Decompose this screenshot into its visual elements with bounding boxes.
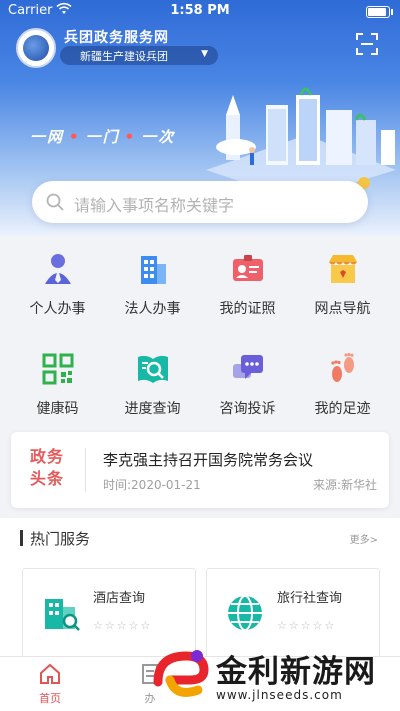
slogan-part-1: 一网 [30,128,65,146]
more-link[interactable]: 更多> [350,531,378,546]
service-legal-person[interactable]: 法人办事 [105,252,200,318]
service-label: 健康码 [36,401,79,417]
news-title[interactable]: 李克强主持召开国务院常务会议 [103,449,313,470]
watermark-text: 金利新游网 [216,654,376,690]
footprint-icon [330,352,354,382]
tab-home[interactable]: 首页 [20,663,80,706]
slogan-part-2: 一门 [85,128,120,146]
watermark-url: www.jlnseeds.com [216,688,343,702]
status-time: 1:58 PM [170,3,230,18]
id-card-icon [232,255,263,281]
service-personal[interactable]: 个人办事 [10,252,105,318]
search-box[interactable]: 请输入事项名称关键字 [32,181,368,223]
section-title: 热门服务 [30,530,91,548]
service-label: 个人办事 [29,301,86,317]
rating-stars: ☆☆☆☆☆ [277,619,337,632]
service-label: 我的证照 [219,301,276,317]
headline-news-card[interactable]: 政务 头条 李克强主持召开国务院常务会议 时间:2020-01-21 来源:新华… [11,432,389,508]
search-icon [46,193,64,211]
service-label: 进度查询 [124,401,181,417]
divider [85,448,86,492]
service-label: 网点导航 [314,301,371,317]
news-tag-line2: 头条 [29,469,64,488]
region-label: 新疆生产建设兵团 [80,50,168,63]
scan-icon[interactable] [356,33,378,55]
service-progress-query[interactable]: 进度查询 [105,352,200,418]
progress-search-icon [137,355,168,383]
section-marker [20,530,23,546]
hotel-search-icon [45,599,80,631]
news-date: 时间:2020-01-21 [103,478,201,492]
region-selector[interactable]: 新疆生产建设兵团 ▼ [60,46,218,65]
news-source: 来源:新华社 [312,478,377,492]
service-label: 法人办事 [124,301,181,317]
service-my-footprint[interactable]: 我的足迹 [295,352,390,418]
battery-icon [366,6,393,18]
service-health-code[interactable]: 健康码 [10,352,105,418]
status-bar: Carrier 1:58 PM [0,0,400,22]
home-icon [40,663,60,684]
hot-service-name: 酒店查询 [93,591,146,606]
news-tag: 政务 头条 [25,446,69,490]
news-tag-line1: 政务 [29,447,64,466]
watermark: 金利新游网 www.jlnseeds.com [148,640,400,710]
chevron-down-icon: ▼ [201,49,208,59]
slogan: 一网 • 一门 • 一次 [30,128,176,146]
tab-label: 首页 [39,692,61,705]
store-icon [328,255,357,283]
service-consult-complaint[interactable]: 咨询投诉 [200,352,295,418]
qr-code-icon [42,353,73,385]
service-branch-navigation[interactable]: 网点导航 [295,252,390,318]
building-icon [140,256,166,284]
emblem-logo [16,28,56,68]
service-label: 咨询投诉 [219,401,276,417]
search-placeholder: 请输入事项名称关键字 [74,196,235,215]
hot-service-name: 旅行社查询 [277,591,343,606]
site-title: 兵团政务服务网 [64,30,169,46]
service-label: 我的足迹 [314,401,371,417]
globe-icon [228,595,262,631]
person-icon [44,254,71,284]
chat-icon [232,355,263,379]
slogan-part-3: 一次 [141,128,176,146]
service-my-licenses[interactable]: 我的证照 [200,252,295,318]
watermark-logo [153,650,209,697]
rating-stars: ☆☆☆☆☆ [93,619,153,632]
